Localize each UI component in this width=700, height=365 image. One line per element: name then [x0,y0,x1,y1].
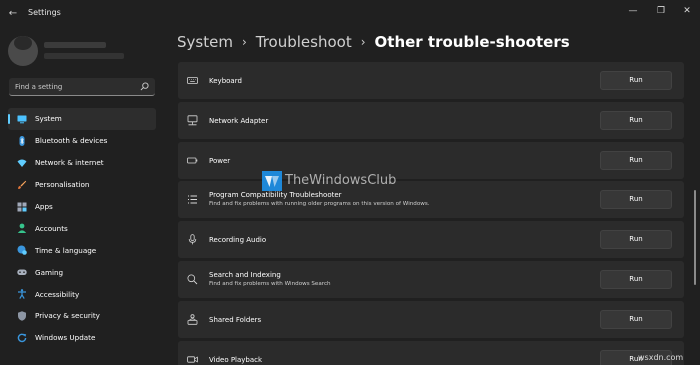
troubleshooter-description: Find and fix problems with running older… [209,201,430,208]
sidebar-item-label: Bluetooth & devices [35,136,108,146]
breadcrumb-system[interactable]: System [177,33,233,51]
sidebar-item-accounts[interactable]: Accounts [8,217,156,239]
monitor-icon [17,114,27,124]
shared-folder-icon [187,314,198,325]
minimize-icon[interactable]: — [626,4,640,18]
gamepad-icon [17,267,27,277]
blurred-user-name [44,42,106,48]
sidebar-item-system[interactable]: System [8,108,156,130]
breadcrumb-separator: › [360,35,366,49]
troubleshooter-list: Keyboard Run Network Adapter Run Power R… [178,62,684,365]
sidebar-item-privacy-security[interactable]: Privacy & security [8,305,156,327]
sidebar-item-gaming[interactable]: Gaming [8,261,156,283]
troubleshooter-row-power: Power Run [178,141,684,179]
bluetooth-icon [17,135,27,146]
sidebar-item-label: Time & language [35,245,97,255]
search-icon [187,274,198,285]
close-icon[interactable]: ✕ [680,4,694,18]
troubleshooter-title: Program Compatibility Troubleshooter [209,191,342,200]
sidebar-item-label: Apps [35,202,53,211]
troubleshooter-title: Search and Indexing [209,271,281,279]
troubleshooter-row-shared-folders: Shared Folders Run [178,300,684,338]
accessibility-icon [17,289,27,299]
sidebar: System Bluetooth & devices Network & int… [0,28,165,365]
sidebar-item-label: Accessibility [35,289,80,299]
back-arrow-icon[interactable]: ← [6,7,20,21]
scrollbar-thumb[interactable] [694,190,696,285]
search-icon[interactable] [140,82,149,91]
power-icon [187,155,198,166]
troubleshooter-row-search-indexing: Search and Indexing Find and fix problem… [178,261,684,298]
app-title: Settings [28,8,61,17]
run-button[interactable]: Run [600,150,672,170]
shield-icon [17,311,27,321]
run-button[interactable]: Run [600,190,672,210]
sidebar-item-label: Gaming [35,267,64,277]
user-profile[interactable] [8,36,128,68]
avatar [8,36,38,66]
troubleshooter-title: Video Playback [209,355,263,364]
brush-icon [17,180,27,190]
run-button[interactable]: Run [600,71,672,90]
globe-clock-icon [17,245,27,256]
run-button[interactable]: Run [600,110,672,130]
troubleshooter-row-recording-audio: Recording Audio Run [178,221,684,259]
sidebar-item-bluetooth[interactable]: Bluetooth & devices [8,130,156,152]
watermark-logo-icon [262,171,282,191]
microphone-icon [187,234,198,245]
network-adapter-icon [187,115,198,126]
troubleshooter-title: Recording Audio [209,236,267,245]
troubleshooter-row-video-playback: Video Playback Run [178,340,684,365]
blurred-user-email [44,53,124,59]
keyboard-icon [187,75,198,86]
maximize-icon[interactable]: ❐ [654,4,668,18]
sidebar-item-time-language[interactable]: Time & language [8,239,156,261]
search-input[interactable] [15,78,135,95]
sidebar-item-accessibility[interactable]: Accessibility [8,283,156,305]
troubleshooter-row-keyboard: Keyboard Run [178,62,684,99]
apps-icon [17,202,27,212]
sidebar-item-apps[interactable]: Apps [8,196,156,218]
troubleshooter-title: Power [209,156,231,165]
sidebar-item-windows-update[interactable]: Windows Update [8,327,156,349]
video-icon [187,354,198,365]
run-button[interactable]: Run [600,270,672,289]
sidebar-nav: System Bluetooth & devices Network & int… [8,108,156,349]
page-title: Other trouble-shooters [374,33,570,51]
update-icon [17,333,27,343]
troubleshooter-description: Find and fix problems with Windows Searc… [209,281,331,287]
title-bar: ← Settings — ❐ ✕ [0,0,700,28]
breadcrumb: System › Troubleshoot › Other trouble-sh… [177,31,570,53]
sidebar-item-label: Windows Update [35,333,96,343]
person-icon [17,223,27,234]
troubleshooter-title: Shared Folders [209,315,262,324]
list-icon [187,194,198,205]
sidebar-item-personalisation[interactable]: Personalisation [8,174,156,196]
wifi-icon [17,158,27,168]
search-box[interactable] [9,78,155,96]
sidebar-item-label: Accounts [35,223,68,233]
sidebar-item-network[interactable]: Network & internet [8,152,156,174]
run-button[interactable]: Run [600,309,672,329]
sidebar-item-label: Personalisation [35,180,90,190]
breadcrumb-separator: › [241,35,247,49]
breadcrumb-troubleshoot[interactable]: Troubleshoot [256,33,352,51]
watermark-domain: wsxdn.com [638,353,684,362]
sidebar-item-label: Privacy & security [35,311,100,321]
watermark-brand: TheWindowsClub [285,173,397,188]
run-button[interactable]: Run [600,230,672,250]
troubleshooter-row-program-compatibility: Program Compatibility Troubleshooter Fin… [178,181,684,219]
troubleshooter-title: Network Adapter [209,116,269,125]
sidebar-item-label: Network & internet [35,158,104,168]
sidebar-item-label: System [35,114,62,124]
troubleshooter-row-network-adapter: Network Adapter Run [178,101,684,139]
troubleshooter-title: Keyboard [209,77,242,85]
